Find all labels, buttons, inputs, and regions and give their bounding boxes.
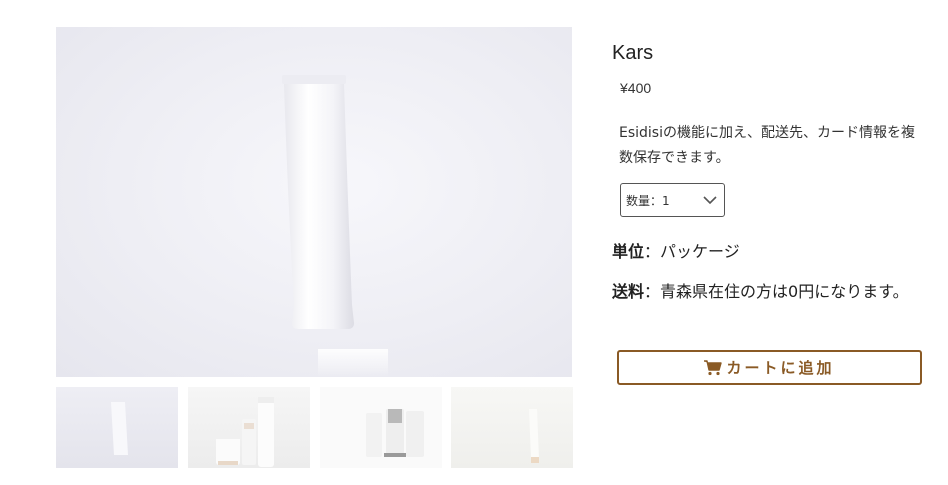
shipping-spec: 送料：青森県在住の方は0円になります。: [612, 278, 909, 302]
add-to-cart-label: カートに追加: [726, 359, 835, 377]
main-product-image: [56, 27, 572, 377]
thumbnail-1[interactable]: [56, 387, 178, 468]
thumbnail-strip: [56, 387, 573, 468]
shipping-value: ：青森県在住の方は0円になります。: [644, 282, 909, 301]
unit-value: ：パッケージ: [644, 242, 740, 261]
quantity-select[interactable]: 数量：1: [620, 183, 725, 217]
product-title: Kars: [612, 42, 654, 64]
unit-spec: 単位：パッケージ: [612, 238, 740, 262]
unit-label: 単位: [612, 242, 645, 261]
chevron-down-icon: [703, 196, 717, 205]
cart-icon: [704, 359, 723, 375]
product-description: Esidisiの機能に加え、配送先、カード情報を複数保存できます。: [619, 125, 915, 166]
add-to-cart-button[interactable]: カートに追加: [617, 350, 922, 385]
quantity-label: 数量：1: [626, 193, 670, 208]
thumbnail-2[interactable]: [188, 387, 310, 468]
thumbnail-3[interactable]: [320, 387, 442, 468]
shipping-label: 送料: [612, 282, 645, 301]
thumbnail-4[interactable]: [451, 387, 573, 468]
product-tube-image: [282, 75, 354, 329]
product-price: ¥400: [620, 80, 652, 96]
